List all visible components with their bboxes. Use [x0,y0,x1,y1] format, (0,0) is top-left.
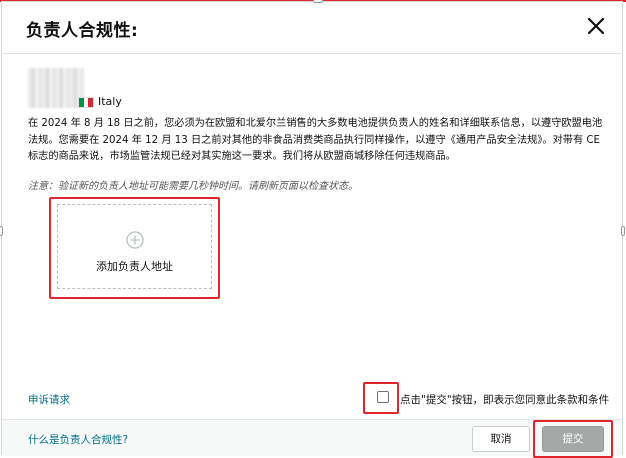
italy-flag-icon [78,97,94,108]
agree-terms-checkbox[interactable] [377,391,389,403]
add-address-label: 添加负责人地址 [96,260,173,273]
dialog-title: 负责人合规性: [26,21,139,41]
seller-info: Italy [28,68,228,110]
close-button[interactable] [584,14,608,38]
close-icon [587,17,605,35]
dialog-header: 负责人合规性: [2,2,622,54]
resize-handle-right[interactable] [621,226,625,236]
country-label: Italy [98,95,122,108]
compliance-notice: 在 2024 年 8 月 18 日之前，您必须为在欧盟和北爱尔兰销售的大多数电池… [28,118,603,162]
add-responsible-address-card[interactable]: 添加负责人地址 [49,197,220,299]
cancel-button[interactable]: 取消 [472,426,530,452]
verification-note: 注意：验证新的负责人地址可能需要几秒钟时间。请刷新页面以检查状态。 [28,181,358,192]
resize-handle-left[interactable] [0,226,3,236]
dialog-footer: 什么是负责人合规性? 取消 提交 [2,420,622,458]
what-is-compliance-link[interactable]: 什么是负责人合规性? [28,432,128,447]
plus-circle-icon [125,231,144,249]
blurred-seller-image [28,68,84,108]
submit-button[interactable]: 提交 [542,426,604,452]
resize-handle-top[interactable] [313,0,323,3]
add-address-dashed-area[interactable]: 添加负责人地址 [57,204,212,289]
appeal-request-link[interactable]: 申诉请求 [28,392,70,407]
agree-terms-text: 点击"提交"按钮，即表示您同意此条款和条件 [400,394,610,406]
responsible-person-dialog: 负责人合规性: Italy 在 2024 年 8 月 18 日之前，您必须为在欧… [1,1,623,458]
